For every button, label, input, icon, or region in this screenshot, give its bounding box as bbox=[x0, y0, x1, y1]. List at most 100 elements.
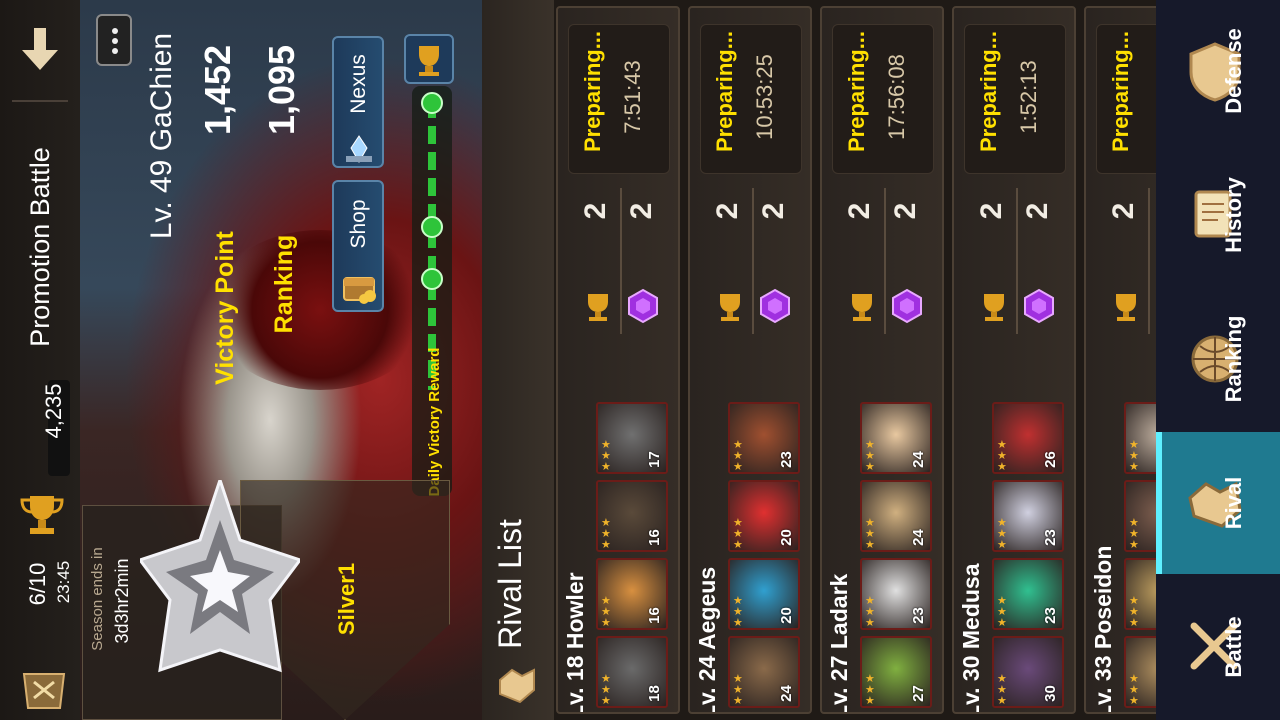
monster-level: 16 bbox=[645, 607, 663, 624]
monster-level: 23 bbox=[909, 607, 927, 624]
star-rating-icon: ★ ★ ★ bbox=[601, 517, 611, 551]
nav-history[interactable]: History bbox=[1156, 144, 1280, 286]
nav-ranking[interactable]: Ranking bbox=[1156, 288, 1280, 430]
monster-portrait[interactable]: ★ ★ ★ 23 bbox=[992, 480, 1064, 552]
trophy-reward: 2 bbox=[843, 202, 876, 220]
monster-portrait[interactable]: ★ ★ ★ bbox=[1124, 558, 1156, 630]
battle-timer: 23:45 bbox=[54, 560, 73, 604]
monster-portrait[interactable]: ★ ★ ★ 18 bbox=[596, 636, 668, 708]
gem-reward: 2 bbox=[757, 202, 790, 220]
monster-portrait[interactable]: ★ ★ ★ 20 bbox=[728, 558, 800, 630]
monster-level: 20 bbox=[777, 529, 795, 546]
monster-portrait[interactable]: ★ ★ ★ 30 bbox=[992, 636, 1064, 708]
match-timer: 1:52:13 bbox=[1016, 60, 1041, 134]
back-button[interactable] bbox=[18, 24, 62, 74]
star-rating-icon: ★ ★ ★ bbox=[865, 673, 875, 707]
daily-reward-button[interactable] bbox=[404, 34, 454, 84]
monster-level: 20 bbox=[777, 607, 795, 624]
monster-portrait[interactable]: ★ ★ ★ 16 bbox=[596, 480, 668, 552]
star-rating-icon: ★ ★ ★ bbox=[733, 595, 743, 629]
monster-portrait[interactable]: ★ ★ ★ 24 bbox=[728, 636, 800, 708]
match-timer bbox=[1148, 42, 1156, 152]
checkmark-icon bbox=[421, 268, 443, 290]
monster-portrait[interactable]: ★ ★ ★ 16 bbox=[596, 558, 668, 630]
monster-level: 24 bbox=[909, 529, 927, 546]
rival-card[interactable]: Preparing... 2 ★ ★ ★ ★ ★ ★ ★ ★ ★ ★ ★ ★ Lv. 33 Poseidon bbox=[1084, 6, 1156, 714]
daily-reward-label: Daily Victory Reward bbox=[426, 347, 443, 497]
divider bbox=[752, 188, 754, 334]
star-rating-icon: ★ ★ ★ bbox=[1129, 517, 1139, 551]
monster-portrait[interactable]: ★ ★ ★ bbox=[1124, 480, 1156, 552]
match-timer: 10:53:25 bbox=[752, 54, 777, 140]
star-rating-icon: ★ ★ ★ bbox=[1129, 595, 1139, 629]
monster-portrait[interactable]: ★ ★ ★ 27 bbox=[860, 636, 932, 708]
monster-portrait[interactable]: ★ ★ ★ bbox=[1124, 402, 1156, 474]
gem-icon bbox=[758, 288, 792, 324]
arrow-down-icon bbox=[22, 28, 58, 70]
more-options-button[interactable] bbox=[96, 14, 132, 66]
nav-label: Battle bbox=[1221, 616, 1246, 678]
rival-name: Lv. 33 Poseidon bbox=[1090, 545, 1116, 714]
monster-level: 23 bbox=[1041, 607, 1059, 624]
rival-card[interactable]: Preparing... 17:56:08 2 2 ★ ★ ★ 27 ★ ★ ★ 23 ★ ★ ★ 24 ★ ★ ★… bbox=[820, 6, 944, 714]
battle-count: 6/10 bbox=[25, 562, 50, 606]
nexus-button[interactable]: Nexus bbox=[332, 36, 384, 168]
monster-portrait[interactable]: ★ ★ ★ 23 bbox=[728, 402, 800, 474]
trophy-icon bbox=[1108, 288, 1144, 324]
monster-portrait[interactable]: ★ ★ ★ 20 bbox=[728, 480, 800, 552]
pvp-ticket-icon bbox=[18, 664, 70, 714]
trophy-icon bbox=[16, 488, 68, 540]
star-rating-icon: ★ ★ ★ bbox=[865, 517, 875, 551]
rival-card[interactable]: Preparing... 1:52:13 2 2 ★ ★ ★ 30 ★ ★ ★ 23 ★ ★ ★ 23 ★ ★ ★ 2… bbox=[952, 6, 1076, 714]
silver-rank-badge-icon bbox=[137, 475, 303, 710]
daily-reward-track: Daily Victory Reward bbox=[412, 86, 452, 496]
nav-defense[interactable]: Defense bbox=[1156, 0, 1280, 142]
star-rating-icon: ★ ★ ★ bbox=[601, 439, 611, 473]
star-rating-icon: ★ ★ ★ bbox=[733, 517, 743, 551]
nav-label: Ranking bbox=[1221, 315, 1246, 403]
nexus-icon bbox=[342, 134, 376, 164]
handshake-icon bbox=[494, 660, 540, 706]
monster-portrait[interactable]: ★ ★ ★ 23 bbox=[992, 558, 1064, 630]
rival-card[interactable]: Preparing... 10:53:25 2 2 ★ ★ ★ 24 ★ ★ ★ 20 ★ ★ ★ 20 ★ ★ ★… bbox=[688, 6, 812, 714]
nav-rival[interactable]: Rival bbox=[1156, 432, 1280, 574]
rival-card[interactable]: Preparing... 7:51:43 2 2 ★ ★ ★ 18 ★ ★ ★ 16 ★ ★ ★ 16 ★ ★ ★ 1… bbox=[556, 6, 680, 714]
rival-name: Lv. 18 Howler bbox=[562, 572, 588, 714]
monster-portrait[interactable]: ★ ★ ★ 26 bbox=[992, 402, 1064, 474]
nexus-label: Nexus bbox=[347, 54, 370, 114]
shop-button[interactable]: Shop bbox=[332, 180, 384, 312]
monster-portrait[interactable]: ★ ★ ★ 24 bbox=[860, 402, 932, 474]
star-rating-icon: ★ ★ ★ bbox=[865, 595, 875, 629]
rival-name: Lv. 24 Aegeus bbox=[694, 566, 720, 714]
match-timer: 7:51:43 bbox=[620, 60, 645, 134]
monster-level: 18 bbox=[645, 685, 663, 702]
gem-reward: 2 bbox=[889, 202, 922, 220]
match-status: Preparing... bbox=[1108, 30, 1133, 152]
monster-portrait[interactable]: ★ ★ ★ 24 bbox=[860, 480, 932, 552]
monster-level: 23 bbox=[777, 451, 795, 468]
rival-list-title: Rival List bbox=[492, 519, 528, 649]
rival-list: Preparing... 7:51:43 2 2 ★ ★ ★ 18 ★ ★ ★ 16 ★ ★ ★ 16 ★ ★ ★ 1… bbox=[554, 0, 1156, 720]
monster-level: 30 bbox=[1041, 685, 1059, 702]
checkmark-icon bbox=[421, 216, 443, 238]
ellipsis-icon bbox=[111, 27, 119, 55]
treasure-chest-icon bbox=[340, 268, 378, 304]
nav-label: History bbox=[1221, 177, 1246, 253]
hero-armor-art bbox=[210, 230, 430, 390]
checkmark-icon bbox=[421, 92, 443, 114]
monster-portrait[interactable]: ★ ★ ★ 17 bbox=[596, 402, 668, 474]
monster-portrait[interactable]: ★ ★ ★ 23 bbox=[860, 558, 932, 630]
trophy-reward: 2 bbox=[579, 202, 612, 220]
nav-battle[interactable]: Battle bbox=[1156, 576, 1280, 718]
trophy-icon bbox=[976, 288, 1012, 324]
gem-reward: 2 bbox=[625, 202, 658, 220]
left-status-bar: Promotion Battle 4,235 6/10 23:45 bbox=[0, 0, 80, 720]
monster-level: 24 bbox=[777, 685, 795, 702]
divider bbox=[1016, 188, 1018, 334]
match-timer: 17:56:08 bbox=[884, 54, 909, 140]
divider bbox=[620, 188, 622, 334]
star-rating-icon: ★ ★ ★ bbox=[997, 517, 1007, 551]
monster-portrait[interactable]: ★ ★ ★ bbox=[1124, 636, 1156, 708]
match-status: Preparing... bbox=[580, 30, 605, 152]
divider bbox=[884, 188, 886, 334]
